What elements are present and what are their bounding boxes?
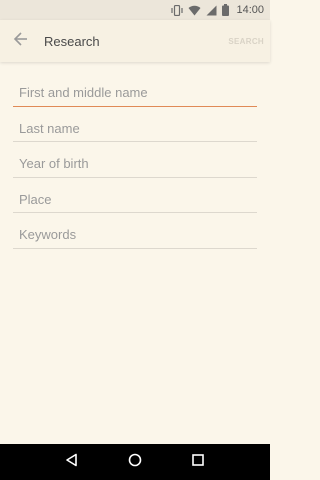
year-of-birth-field-container [13, 142, 257, 178]
battery-icon [222, 4, 230, 16]
keywords-field-container [13, 213, 257, 249]
page-title: Research [44, 33, 100, 49]
status-bar: 14:00 [0, 0, 270, 20]
nav-home-button[interactable] [123, 450, 147, 474]
keywords-input[interactable] [13, 213, 257, 248]
home-circle-icon [128, 453, 142, 472]
back-triangle-icon [65, 453, 79, 472]
research-form [13, 71, 257, 249]
first-middle-name-field-container [13, 71, 257, 107]
status-time: 14:00 [236, 4, 264, 16]
last-name-input[interactable] [13, 106, 257, 141]
place-field-container [13, 177, 257, 213]
recents-square-icon [191, 453, 205, 472]
nav-recents-button[interactable] [186, 450, 210, 474]
search-button[interactable]: SEARCH [228, 37, 264, 46]
nav-back-button[interactable] [60, 450, 84, 474]
arrow-left-icon [13, 31, 29, 52]
vibrate-icon [171, 4, 184, 16]
last-name-field-container [13, 106, 257, 142]
wifi-icon [188, 5, 201, 16]
place-input[interactable] [13, 177, 257, 212]
toolbar: Research SEARCH [0, 20, 270, 62]
system-navigation-bar [0, 444, 270, 480]
signal-icon [206, 5, 217, 16]
year-of-birth-input[interactable] [13, 142, 257, 177]
back-button[interactable] [9, 29, 33, 53]
first-middle-name-input[interactable] [13, 71, 257, 106]
